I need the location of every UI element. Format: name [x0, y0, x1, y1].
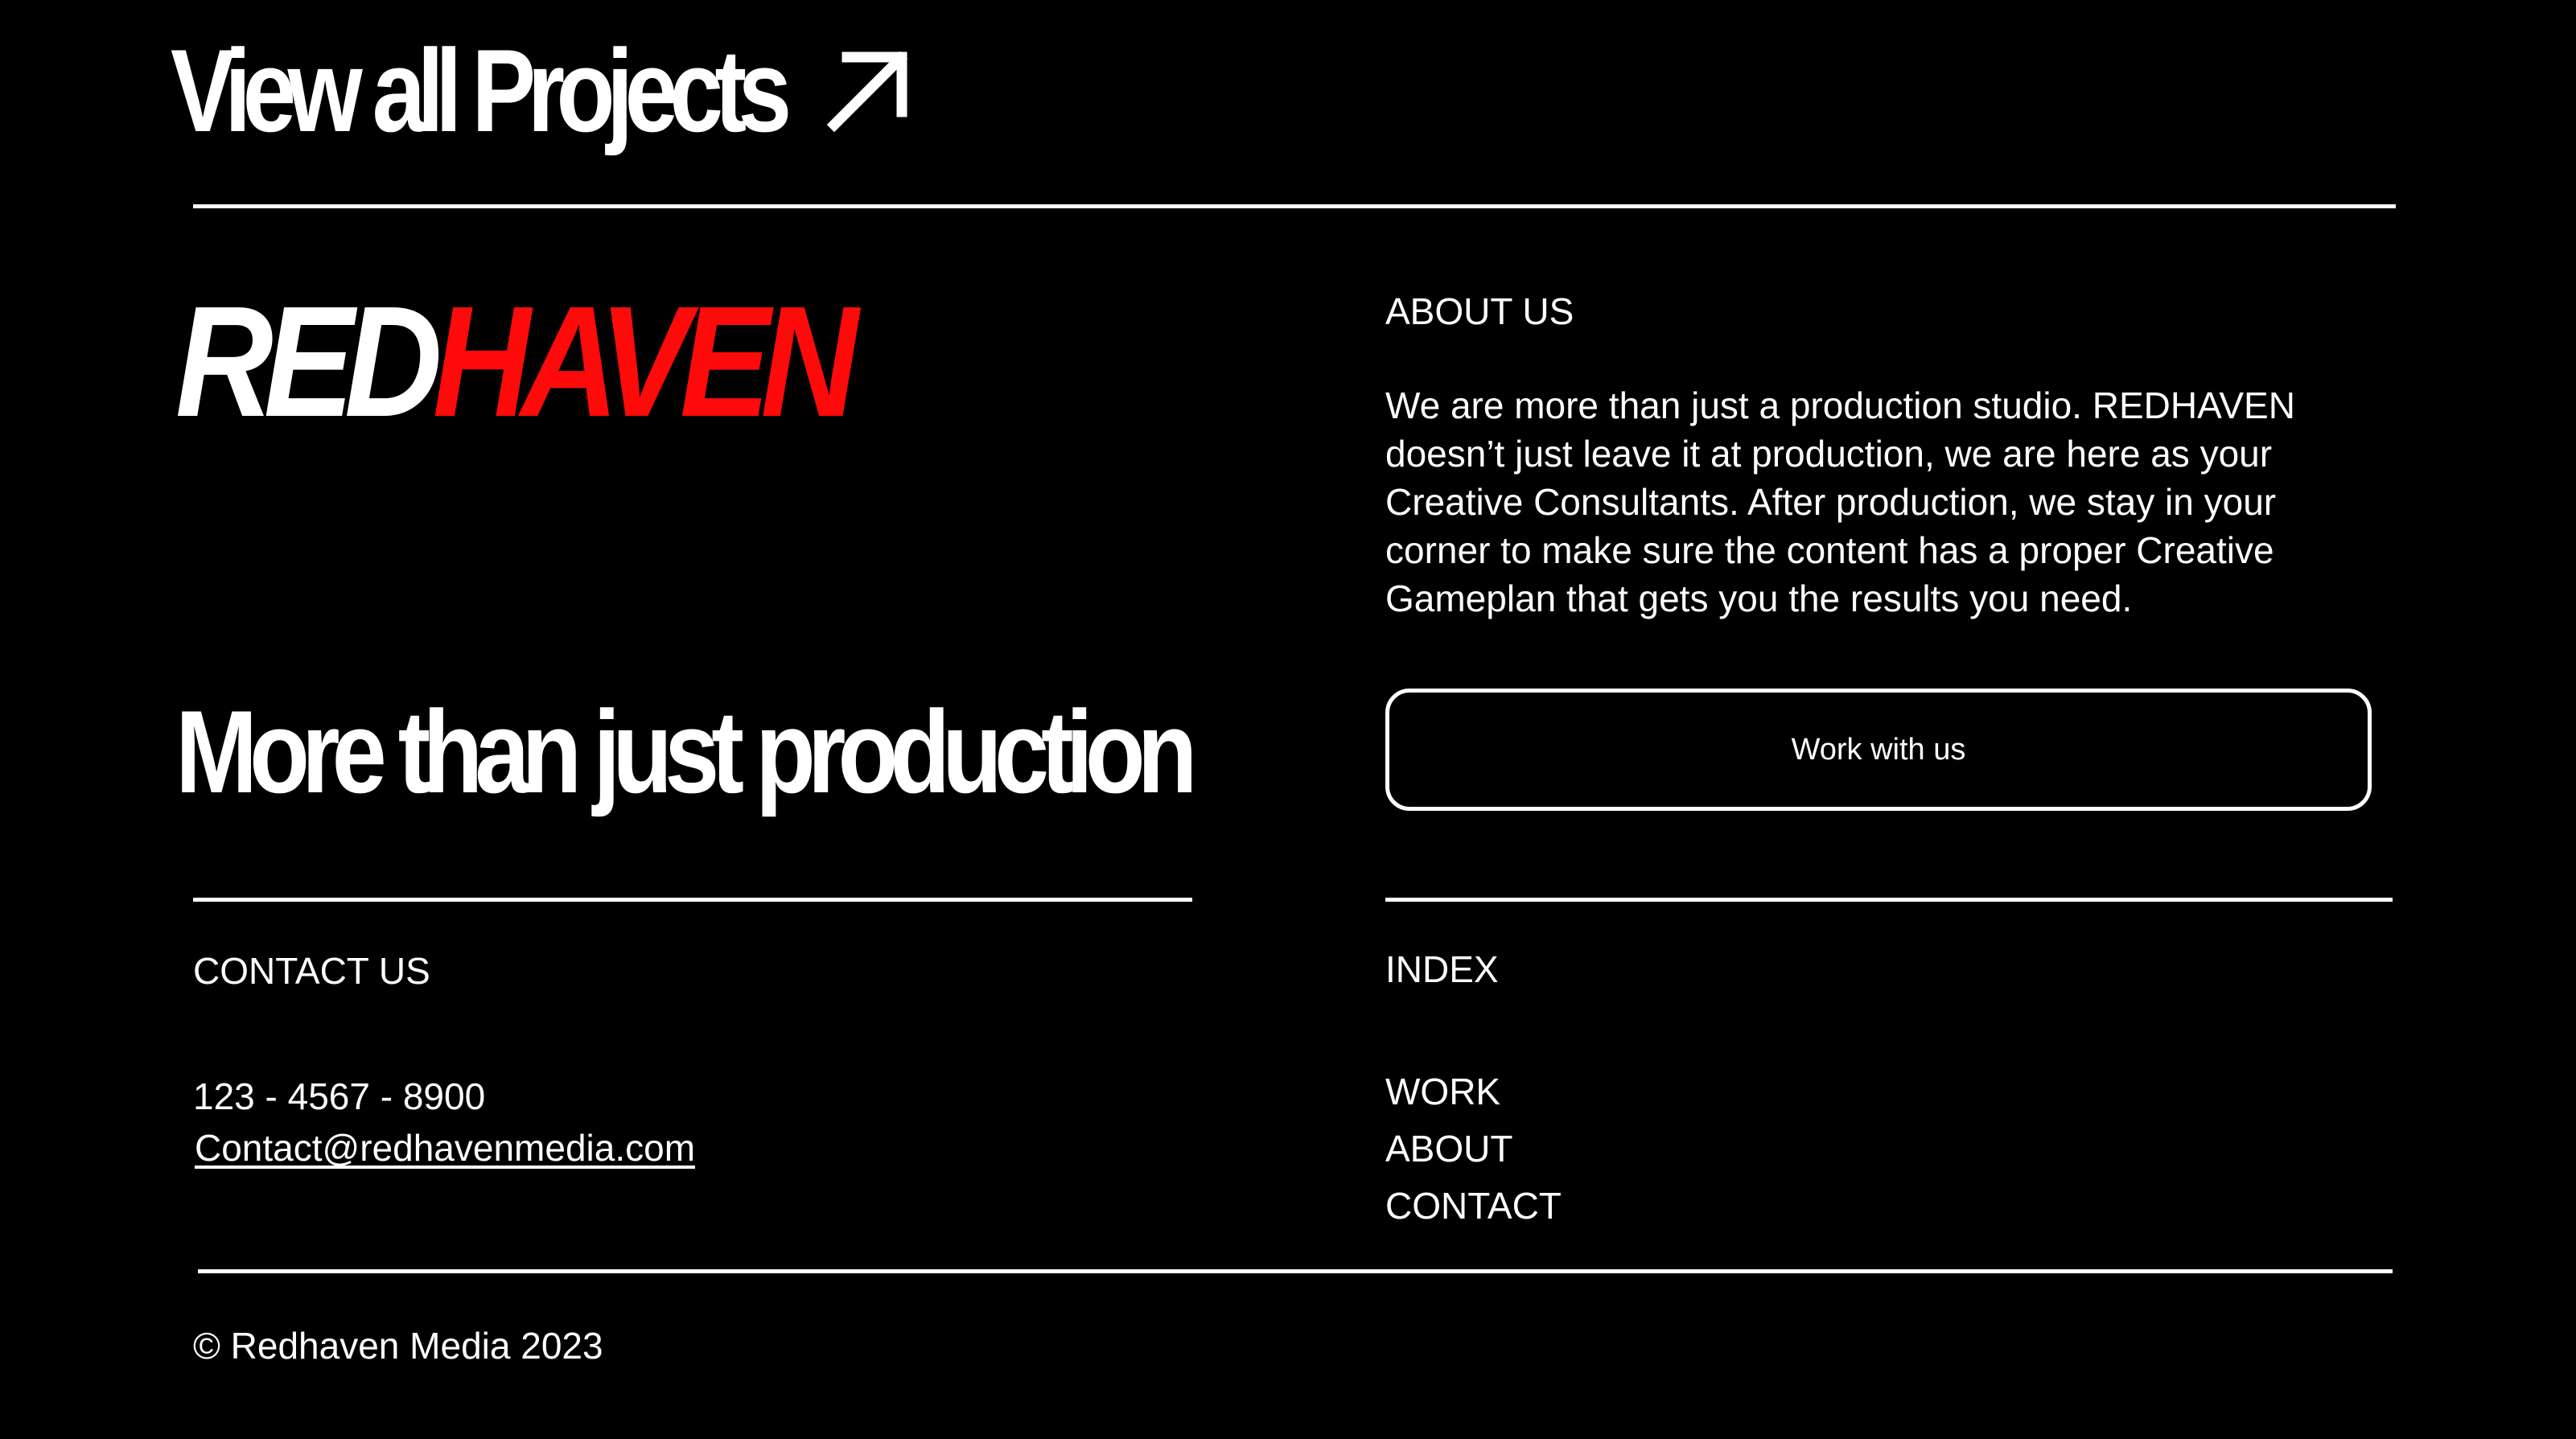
- index-item-contact: CONTACT: [1385, 1187, 1562, 1244]
- contact-phone[interactable]: 123 - 4567 - 8900: [193, 1078, 485, 1115]
- copyright-text: © Redhaven Media 2023: [193, 1325, 603, 1367]
- index-item-work: WORK: [1385, 1073, 1562, 1130]
- about-description: We are more than just a production studi…: [1385, 384, 2295, 619]
- tagline: More than just production: [175, 686, 1198, 817]
- logo-part-haven: HAVEN: [432, 273, 858, 450]
- index-item-about: ABOUT: [1385, 1130, 1562, 1187]
- view-all-projects-label: View all Projects: [171, 25, 792, 156]
- about-heading: ABOUT US: [1385, 290, 1574, 332]
- index-divider: [1385, 898, 2393, 902]
- arrow-up-right-icon: [826, 51, 907, 133]
- footer-divider: [198, 1269, 2393, 1273]
- index-link-work[interactable]: WORK: [1385, 1071, 1500, 1112]
- work-with-us-button[interactable]: Work with us: [1385, 689, 2372, 811]
- index-link-about[interactable]: ABOUT: [1385, 1128, 1512, 1170]
- contact-heading: CONTACT US: [193, 950, 430, 992]
- index-heading: INDEX: [1385, 948, 1499, 990]
- logo-part-red: RED: [175, 273, 442, 450]
- index-nav: WORK ABOUT CONTACT: [1385, 1073, 1562, 1244]
- index-link-contact[interactable]: CONTACT: [1385, 1185, 1562, 1227]
- contact-email-link[interactable]: Contact@redhavenmedia.com: [195, 1129, 695, 1166]
- contact-divider: [193, 898, 1192, 902]
- view-all-projects-link[interactable]: View all Projects: [171, 31, 913, 151]
- top-divider: [193, 204, 2396, 208]
- redhaven-logo: REDHAVEN: [175, 283, 858, 441]
